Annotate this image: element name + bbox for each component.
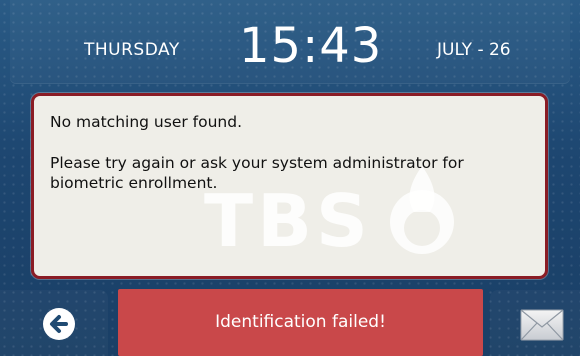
clock-time: 15:43: [239, 18, 383, 74]
message-line-2: Please try again or ask your system admi…: [50, 154, 464, 192]
mail-button[interactable]: [520, 309, 564, 341]
terminal-screen: THURSDAY 15:43 JULY - 26 TBS No matching…: [0, 0, 580, 356]
envelope-icon: [520, 309, 564, 341]
back-button[interactable]: [42, 307, 76, 341]
status-bar: Identification failed!: [118, 289, 483, 356]
header-bar: THURSDAY 15:43 JULY - 26: [10, 0, 570, 84]
arrow-left-circle-icon: [43, 308, 75, 340]
status-message: Identification failed!: [215, 312, 386, 332]
message-panel: TBS No matching user found. Please try a…: [31, 93, 548, 279]
date-label: JULY - 26: [437, 40, 511, 60]
message-line-1: No matching user found.: [50, 113, 243, 131]
weekday-label: THURSDAY: [84, 40, 180, 60]
